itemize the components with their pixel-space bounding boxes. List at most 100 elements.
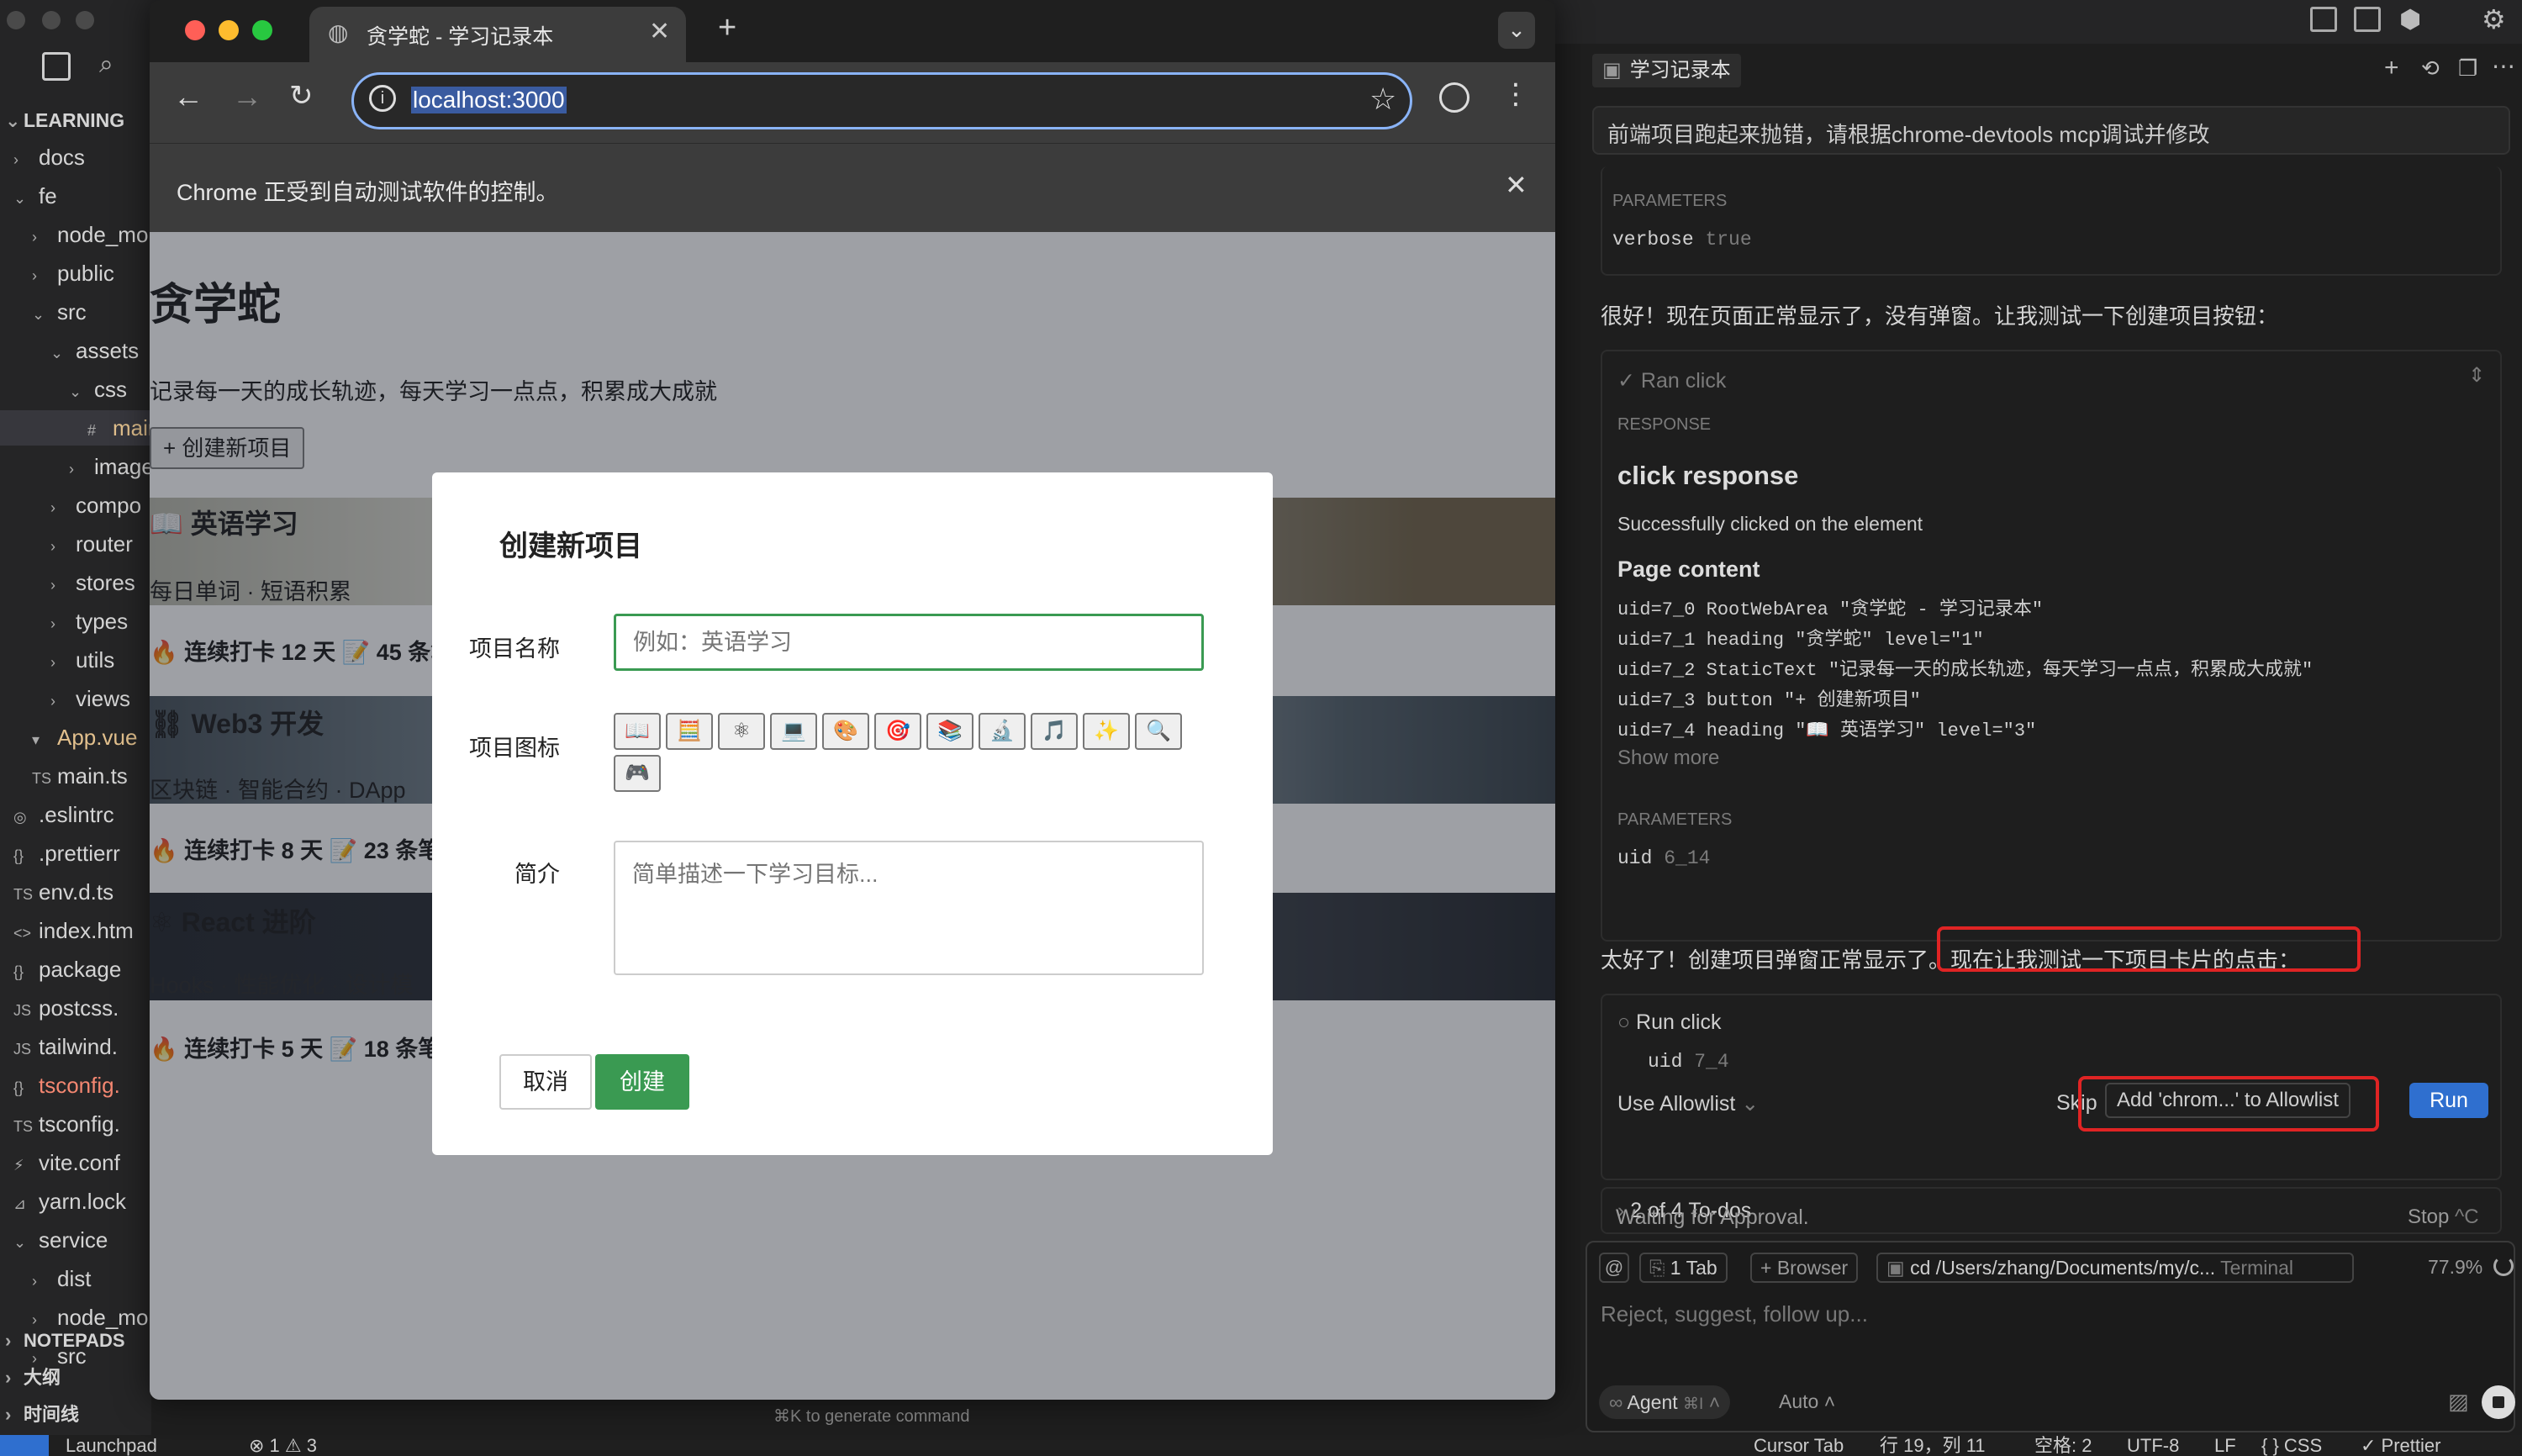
tree-item[interactable]: ⌄ assets	[0, 333, 151, 368]
tree-item[interactable]: ⌄ src	[0, 294, 151, 330]
tree-item[interactable]: ⌄ service	[0, 1222, 151, 1258]
create-button[interactable]: 创建	[595, 1054, 689, 1110]
tree-item[interactable]: › utils	[0, 642, 151, 678]
tree-item[interactable]: TS main.ts	[0, 758, 151, 794]
tree-item[interactable]: JS postcss.	[0, 990, 151, 1026]
tree-item[interactable]: TS tsconfig.	[0, 1106, 151, 1142]
toggle-panel-icon[interactable]	[2354, 7, 2381, 32]
status-cursor-tab[interactable]: Cursor Tab	[1754, 1435, 1844, 1456]
icon-option[interactable]: 🎮	[614, 755, 661, 792]
status-language[interactable]: { } CSS	[2261, 1435, 2322, 1456]
status-launchpad[interactable]: Launchpad	[66, 1435, 157, 1456]
tree-item[interactable]: › node_mo	[0, 217, 151, 252]
tree-item[interactable]: ⊿ yarn.lock	[0, 1184, 151, 1219]
search-icon[interactable]: ⌕	[99, 50, 113, 79]
status-formatter[interactable]: ✓ Prettier	[2361, 1435, 2440, 1456]
browser-tab[interactable]: ◍ 贪学蛇 - 学习记录本 ✕	[309, 7, 686, 62]
menu-dots-icon[interactable]: ⋮	[1501, 77, 1530, 111]
expand-icon[interactable]: ⇕	[2468, 363, 2485, 388]
tab-search-button[interactable]: ⌄	[1498, 12, 1535, 49]
site-info-icon[interactable]: i	[369, 85, 396, 112]
context-terminal-chip[interactable]: ▣ cd /Users/zhang/Documents/my/c... Term…	[1876, 1253, 2354, 1283]
tree-item[interactable]: {} tsconfig.	[0, 1068, 151, 1103]
tree-item[interactable]: ▾ App.vue	[0, 720, 151, 755]
tree-item[interactable]: ⌄ css	[0, 372, 151, 407]
icon-option[interactable]: 🎯	[874, 713, 921, 750]
new-tab-button[interactable]: +	[718, 10, 736, 46]
outline-section[interactable]: › 大纲	[0, 1360, 151, 1395]
files-icon[interactable]	[42, 52, 71, 81]
tree-item[interactable]: ◎ .eslintrc	[0, 797, 151, 832]
copy-chat-icon[interactable]: ❐	[2458, 55, 2477, 82]
explorer-root[interactable]: ⌄ LEARNING	[0, 103, 151, 138]
tree-item[interactable]: › dist	[0, 1261, 151, 1296]
tree-item[interactable]: {} .prettierr	[0, 836, 151, 871]
toggle-sidebar-icon[interactable]	[2310, 7, 2337, 32]
tree-item[interactable]: {} package	[0, 952, 151, 987]
notepads-section[interactable]: › NOTEPADS	[0, 1323, 151, 1358]
tree-item[interactable]: JS tailwind.	[0, 1029, 151, 1064]
back-icon[interactable]: ←	[173, 79, 203, 114]
status-eol[interactable]: LF	[2214, 1435, 2236, 1456]
model-selector[interactable]: Auto ˄	[1779, 1390, 1835, 1413]
tree-item[interactable]: # main	[0, 410, 151, 446]
tree-item[interactable]: › docs	[0, 140, 151, 175]
tree-item[interactable]: TS env.d.ts	[0, 874, 151, 910]
context-tab-chip[interactable]: ⎘ 1 Tab	[1639, 1253, 1728, 1283]
tab-close-icon[interactable]: ✕	[649, 17, 670, 46]
bookmark-star-icon[interactable]: ☆	[1369, 82, 1396, 117]
reload-icon[interactable]: ↻	[289, 79, 314, 113]
icon-option[interactable]: 🎨	[822, 713, 869, 750]
history-icon[interactable]: ⟲	[2421, 55, 2440, 82]
use-allowlist-dropdown[interactable]: Use Allowlist ⌄	[1617, 1091, 1759, 1116]
show-more-link[interactable]: Show more	[1617, 746, 1719, 770]
tree-item[interactable]: › router	[0, 526, 151, 562]
user-message[interactable]: 前端项目跑起来抛错，请根据chrome-devtools mcp调试并修改	[1592, 106, 2510, 155]
icon-option[interactable]: 🧮	[666, 713, 713, 750]
omnibox[interactable]: i localhost:3000 ☆	[351, 72, 1412, 129]
new-chat-icon[interactable]: +	[2384, 54, 2399, 82]
tree-item[interactable]: › public	[0, 256, 151, 291]
chrome-close-button[interactable]	[185, 20, 205, 40]
status-spaces[interactable]: 空格: 2	[2034, 1435, 2092, 1456]
mention-button[interactable]: @	[1599, 1253, 1629, 1283]
icon-option[interactable]: ⚛	[718, 713, 765, 750]
profile-icon[interactable]	[1439, 82, 1469, 113]
composer-input[interactable]: Reject, suggest, follow up...	[1601, 1301, 1868, 1327]
window-max-dot[interactable]	[76, 11, 94, 29]
tree-item[interactable]: › compo	[0, 488, 151, 523]
tree-item[interactable]: ⚡ vite.conf	[0, 1145, 151, 1180]
icon-option[interactable]: 📖	[614, 713, 661, 750]
chrome-minimize-button[interactable]	[219, 20, 239, 40]
cancel-button[interactable]: 取消	[499, 1054, 592, 1110]
window-min-dot[interactable]	[42, 11, 61, 29]
cube-icon[interactable]: ⬢	[2399, 5, 2421, 34]
agent-mode-selector[interactable]: ∞ Agent ⌘I ˄	[1599, 1385, 1731, 1419]
chat-tab[interactable]: ▣ 学习记录本	[1592, 54, 1741, 87]
tree-item[interactable]: <> index.htm	[0, 913, 151, 948]
chrome-maximize-button[interactable]	[252, 20, 272, 40]
timeline-section[interactable]: › 时间线	[0, 1397, 151, 1432]
tree-item[interactable]: › types	[0, 604, 151, 639]
icon-option[interactable]: 🔬	[979, 713, 1026, 750]
tree-item[interactable]: ⌄ fe	[0, 178, 151, 214]
gear-icon[interactable]: ⚙	[2482, 3, 2506, 35]
remote-indicator[interactable]	[0, 1435, 49, 1456]
status-position[interactable]: 行 19，列 11	[1880, 1435, 1986, 1456]
icon-option[interactable]: 🔍	[1135, 713, 1182, 750]
tree-item[interactable]: › image	[0, 449, 151, 484]
forward-icon[interactable]: →	[232, 79, 262, 114]
icon-option[interactable]: 🎵	[1031, 713, 1078, 750]
url-text[interactable]: localhost:3000	[411, 87, 567, 113]
infobar-close-icon[interactable]: ✕	[1505, 169, 1527, 201]
tree-item[interactable]: › views	[0, 681, 151, 716]
run-button[interactable]: Run	[2409, 1083, 2488, 1118]
more-icon[interactable]: ⋯	[2492, 52, 2515, 80]
description-textarea[interactable]	[614, 841, 1204, 975]
icon-option[interactable]: ✨	[1083, 713, 1130, 750]
status-encoding[interactable]: UTF-8	[2127, 1435, 2179, 1456]
ran-click-header[interactable]: ✓ Ran click	[1617, 368, 1726, 393]
image-attach-icon[interactable]: ▨	[2448, 1389, 2469, 1415]
context-browser-chip[interactable]: + Browser	[1750, 1253, 1859, 1283]
tree-item[interactable]: › stores	[0, 565, 151, 600]
